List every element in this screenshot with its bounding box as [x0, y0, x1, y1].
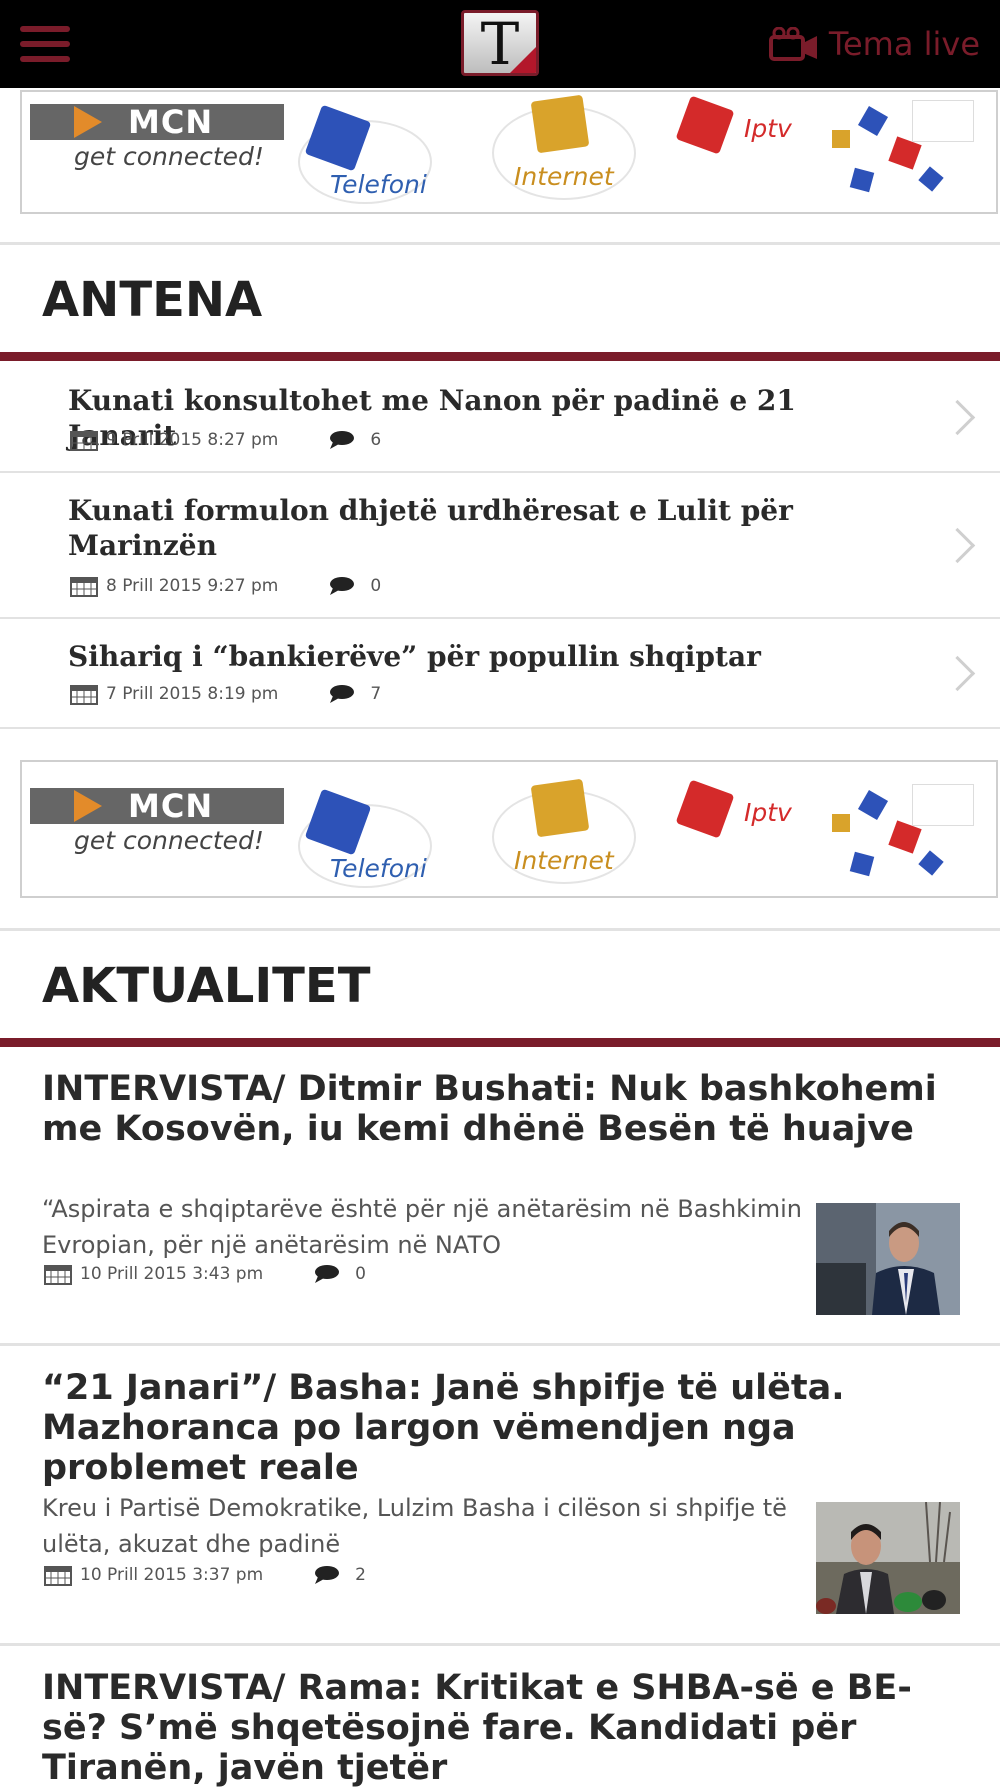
ad-service-telefoni: Telefoni — [330, 854, 427, 883]
gold-cube-icon — [530, 94, 590, 154]
top-bar: T Tema live — [0, 0, 1000, 88]
article-card[interactable]: INTERVISTA/ Rama: Kritikat e SHBA-së e B… — [0, 1646, 1000, 1788]
play-icon — [74, 790, 102, 822]
logo-corner — [510, 47, 536, 73]
cubes-cluster-graphic — [822, 100, 982, 200]
section-title-antena: ANTENA — [42, 272, 263, 328]
chevron-right-icon — [939, 655, 976, 692]
article-excerpt: Kreu i Partisë Demokratike, Lulzim Basha… — [42, 1494, 787, 1558]
list-item-meta: 7 Prill 2015 8:19 pm 7 — [70, 683, 381, 705]
calendar-icon — [70, 431, 98, 451]
list-item[interactable]: Kunati konsultohet me Nanon për padinë e… — [0, 361, 1000, 473]
article-meta: 10 Prill 2015 3:43 pm 0 — [44, 1263, 366, 1285]
article-title: INTERVISTA/ Rama: Kritikat e SHBA-së e B… — [42, 1668, 912, 1788]
list-item[interactable]: Sihariq i “bankierëve” për popullin shqi… — [0, 619, 1000, 729]
list-item[interactable]: Kunati formulon dhjetë urdhëresat e Luli… — [0, 473, 1000, 619]
red-cube-icon — [675, 95, 735, 155]
article-title: “21 Janari”/ Basha: Janë shpifje të ulët… — [42, 1368, 845, 1488]
comment-icon — [330, 577, 355, 595]
list-item-title: Kunati formulon dhjetë urdhëresat e Luli… — [68, 494, 793, 562]
tema-live-label: Tema live — [828, 25, 980, 63]
article-thumbnail[interactable] — [816, 1203, 960, 1315]
chevron-right-icon — [939, 527, 976, 564]
ad-tagline: get connected! — [74, 826, 264, 855]
ad-service-iptv: Iptv — [744, 114, 792, 143]
ad-service-iptv: Iptv — [744, 798, 792, 827]
ad-service-internet: Internet — [514, 162, 614, 191]
list-item-comments: 0 — [370, 576, 382, 596]
mcn-logo: MCN — [30, 788, 284, 824]
ad-banner[interactable]: MCN get connected! Telefoni Internet Ipt… — [20, 760, 998, 898]
ad-brand: MCN — [128, 787, 214, 825]
ad-tagline: get connected! — [74, 142, 264, 171]
article-excerpt: “Aspirata e shqiptarëve është për një an… — [42, 1195, 803, 1259]
ad-banner[interactable]: MCN get connected! Telefoni Internet Ipt… — [20, 90, 998, 214]
list-item-title: Sihariq i “bankierëve” për popullin shqi… — [68, 640, 761, 673]
list-item-date: 9 Prill 2015 8:27 pm — [106, 430, 279, 450]
red-cube-icon — [675, 779, 735, 839]
article-title: INTERVISTA/ Ditmir Bushati: Nuk bashkohe… — [42, 1069, 937, 1149]
site-logo[interactable]: T — [461, 10, 539, 76]
section-divider — [0, 928, 1000, 931]
play-icon — [74, 106, 102, 138]
list-item-date: 7 Prill 2015 8:19 pm — [106, 684, 279, 704]
comment-icon — [330, 431, 355, 449]
calendar-icon — [44, 1566, 72, 1586]
ad-service-internet: Internet — [514, 846, 614, 875]
hamburger-menu-icon[interactable] — [20, 26, 70, 62]
article-date: 10 Prill 2015 3:37 pm — [80, 1565, 264, 1585]
article-date: 10 Prill 2015 3:43 pm — [80, 1264, 264, 1284]
section-title-aktualitet: AKTUALITET — [42, 958, 371, 1014]
gold-cube-icon — [530, 778, 590, 838]
section-divider — [0, 242, 1000, 245]
mcn-logo: MCN — [30, 104, 284, 140]
article-card[interactable]: INTERVISTA/ Ditmir Bushati: Nuk bashkohe… — [0, 1047, 1000, 1346]
calendar-icon — [70, 577, 98, 597]
video-camera-icon — [768, 27, 817, 61]
cubes-cluster-graphic — [822, 784, 982, 884]
article-card[interactable]: “21 Janari”/ Basha: Janë shpifje të ulët… — [0, 1346, 1000, 1646]
list-item-meta: 9 Prill 2015 8:27 pm 6 — [70, 429, 381, 451]
list-item-date: 8 Prill 2015 9:27 pm — [106, 576, 279, 596]
list-item-comments: 6 — [370, 430, 382, 450]
section-accent-bar — [0, 1038, 1000, 1047]
calendar-icon — [44, 1265, 72, 1285]
article-comments: 2 — [355, 1565, 366, 1585]
section-accent-bar — [0, 352, 1000, 361]
ad-brand: MCN — [128, 103, 214, 141]
comment-icon — [315, 1566, 340, 1584]
tema-live-button[interactable]: Tema live — [768, 24, 980, 64]
calendar-icon — [70, 685, 98, 705]
article-comments: 0 — [355, 1264, 366, 1284]
ad-service-telefoni: Telefoni — [330, 170, 427, 199]
comment-icon — [330, 685, 355, 703]
chevron-right-icon — [939, 399, 976, 436]
list-item-meta: 8 Prill 2015 9:27 pm 0 — [70, 575, 381, 597]
article-thumbnail[interactable] — [816, 1502, 960, 1614]
comment-icon — [315, 1265, 340, 1283]
article-meta: 10 Prill 2015 3:37 pm 2 — [44, 1564, 366, 1586]
list-item-comments: 7 — [370, 684, 382, 704]
